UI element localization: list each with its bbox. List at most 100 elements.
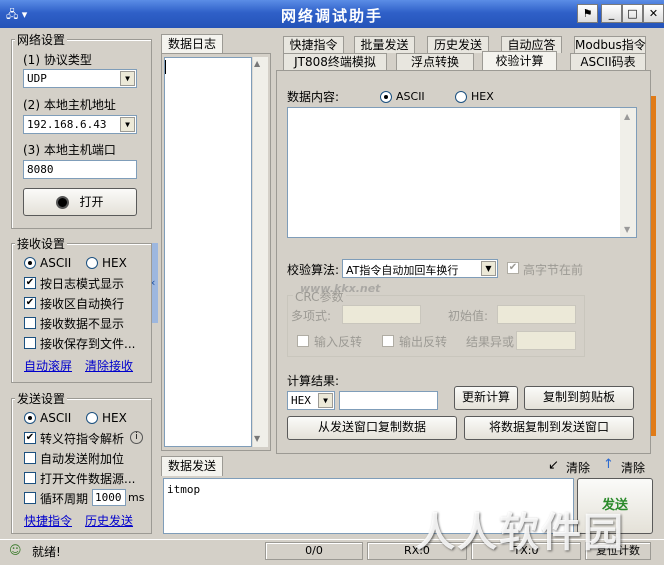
input-reverse-checkbox[interactable] bbox=[297, 335, 309, 347]
minimize-button[interactable]: _ bbox=[601, 4, 622, 23]
open-button[interactable]: 打开 bbox=[23, 188, 137, 216]
cycle-input[interactable]: 1000 bbox=[92, 489, 126, 506]
auto-append-label: 自动发送附加位 bbox=[40, 452, 125, 466]
data-ascii-label: ASCII bbox=[396, 90, 425, 103]
scroll-up-icon[interactable]: ▲ bbox=[624, 112, 630, 121]
polynomial-input[interactable] bbox=[342, 305, 421, 324]
status-icon: ☺ bbox=[9, 543, 22, 557]
watermark: 人人软件园 bbox=[415, 510, 625, 556]
protocol-value: UDP bbox=[27, 72, 47, 85]
receive-ascii-label: ASCII bbox=[40, 256, 72, 270]
clear-receive-link[interactable]: 清除接收 bbox=[85, 357, 133, 374]
file-source-checkbox[interactable] bbox=[24, 472, 36, 484]
result-output[interactable] bbox=[339, 391, 438, 410]
pin-icon[interactable]: ⚑ bbox=[577, 4, 598, 23]
collapse-arrow-icon[interactable]: ‹ bbox=[151, 276, 155, 289]
save-file-checkbox[interactable] bbox=[24, 337, 36, 349]
result-format-select[interactable]: HEX ▼ bbox=[287, 391, 335, 410]
protocol-select[interactable]: UDP ▼ bbox=[23, 69, 137, 88]
clear-send-button-2[interactable]: 清除 bbox=[621, 459, 645, 476]
log-mode-label: 按日志模式显示 bbox=[40, 277, 125, 291]
tab-data-log[interactable]: 数据日志 bbox=[161, 34, 223, 54]
high-byte-checkbox[interactable]: ✔ bbox=[507, 262, 519, 274]
escape-parse-label: 转义符指令解析 bbox=[40, 432, 125, 446]
polynomial-label: 多项式: bbox=[291, 309, 332, 323]
title-bar: 🖧 ▾ 网络调试助手 ⚑ _ □ ✕ bbox=[0, 0, 664, 28]
copy-clipboard-button[interactable]: 复制到剪贴板 bbox=[524, 386, 634, 410]
protocol-label: (1) 协议类型 bbox=[23, 53, 92, 67]
data-hex-radio[interactable] bbox=[455, 91, 467, 103]
port-input[interactable]: 8080 bbox=[23, 160, 137, 179]
data-ascii-radio[interactable] bbox=[380, 91, 392, 103]
open-button-label: 打开 bbox=[79, 195, 104, 209]
tab-ascii-table[interactable]: ASCII码表 bbox=[570, 53, 646, 70]
send-ascii-radio[interactable] bbox=[24, 412, 36, 424]
auto-scroll-link[interactable]: 自动滚屏 bbox=[24, 357, 72, 374]
maximize-button[interactable]: □ bbox=[622, 4, 643, 23]
history-send-link[interactable]: 历史发送 bbox=[85, 512, 133, 529]
network-settings-title: 网络设置 bbox=[15, 31, 68, 48]
auto-wrap-checkbox[interactable]: ✔ bbox=[24, 297, 36, 309]
tab-jt808[interactable]: JT808终端模拟 bbox=[283, 53, 387, 70]
result-xor-input[interactable] bbox=[516, 331, 576, 350]
dropdown-arrow-icon[interactable]: ▼ bbox=[318, 393, 333, 408]
tab-modbus[interactable]: Modbus指令 bbox=[574, 36, 646, 53]
receive-ascii-radio[interactable] bbox=[24, 257, 36, 269]
power-icon bbox=[56, 196, 70, 209]
watermark-small: www.kkx.net bbox=[300, 282, 381, 295]
tab-float-convert[interactable]: 浮点转换 bbox=[396, 53, 474, 70]
close-button[interactable]: ✕ bbox=[643, 4, 664, 23]
receive-hex-radio[interactable] bbox=[86, 257, 98, 269]
auto-wrap-label: 接收区自动换行 bbox=[40, 297, 125, 311]
input-reverse-label: 输入反转 bbox=[314, 335, 363, 349]
auto-append-checkbox[interactable] bbox=[24, 452, 36, 464]
receive-settings-title: 接收设置 bbox=[15, 235, 68, 252]
receive-log-area[interactable] bbox=[164, 57, 252, 447]
dropdown-arrow-icon[interactable]: ▼ bbox=[481, 261, 496, 276]
tab-data-send[interactable]: 数据发送 bbox=[161, 456, 223, 476]
copy-to-send-button[interactable]: 将数据复制到发送窗口 bbox=[464, 416, 634, 440]
data-content-label: 数据内容: bbox=[287, 90, 340, 104]
host-select[interactable]: 192.168.6.43 ▼ bbox=[23, 115, 137, 134]
log-scrollbar[interactable] bbox=[252, 57, 268, 447]
init-value-input[interactable] bbox=[497, 305, 576, 324]
update-calc-button[interactable]: 更新计算 bbox=[454, 386, 518, 410]
dropdown-arrow-icon[interactable]: ▼ bbox=[120, 71, 135, 86]
dropdown-arrow-icon[interactable]: ▼ bbox=[120, 117, 135, 132]
data-content-area[interactable] bbox=[287, 107, 637, 238]
host-label: (2) 本地主机地址 bbox=[23, 98, 116, 112]
info-icon[interactable]: i bbox=[130, 431, 143, 444]
data-content-scrollbar[interactable] bbox=[620, 108, 636, 237]
send-ascii-label: ASCII bbox=[40, 411, 72, 425]
receive-hex-label: HEX bbox=[102, 256, 127, 270]
side-accent-bar bbox=[651, 96, 656, 436]
host-value: 192.168.6.43 bbox=[27, 118, 107, 131]
send-hex-radio[interactable] bbox=[86, 412, 98, 424]
tab-checksum[interactable]: 校验计算 bbox=[482, 51, 557, 71]
copy-from-send-button[interactable]: 从发送窗口复制数据 bbox=[287, 416, 457, 440]
scroll-down-icon[interactable]: ▼ bbox=[254, 434, 260, 443]
clear-arrow-icon[interactable]: ↙ bbox=[548, 458, 559, 473]
tab-quick-commands[interactable]: 快捷指令 bbox=[283, 36, 344, 53]
cycle-unit: ms bbox=[128, 491, 145, 504]
send-hex-label: HEX bbox=[102, 411, 127, 425]
tab-batch-send[interactable]: 批量发送 bbox=[354, 36, 415, 53]
algorithm-select[interactable]: AT指令自动加回车换行 ▼ bbox=[342, 259, 498, 278]
cycle-checkbox[interactable] bbox=[24, 492, 36, 504]
result-xor-label: 结果异或 bbox=[466, 335, 515, 349]
clear-up-arrow-icon[interactable]: ↑ bbox=[603, 457, 614, 472]
data-hex-label: HEX bbox=[471, 90, 494, 103]
window-title: 网络调试助手 bbox=[280, 7, 383, 25]
hide-data-checkbox[interactable] bbox=[24, 317, 36, 329]
status-count: 0/0 bbox=[265, 542, 363, 560]
scroll-down-icon[interactable]: ▼ bbox=[624, 225, 630, 234]
scroll-up-icon[interactable]: ▲ bbox=[254, 59, 260, 68]
escape-parse-checkbox[interactable]: ✔ bbox=[24, 432, 36, 444]
log-mode-checkbox[interactable]: ✔ bbox=[24, 277, 36, 289]
send-settings-title: 发送设置 bbox=[15, 390, 68, 407]
quick-command-link[interactable]: 快捷指令 bbox=[24, 512, 72, 529]
output-reverse-checkbox[interactable] bbox=[382, 335, 394, 347]
clear-send-button-1[interactable]: 清除 bbox=[566, 459, 590, 476]
result-format-value: HEX bbox=[291, 394, 311, 407]
tab-history-send[interactable]: 历史发送 bbox=[427, 36, 489, 53]
